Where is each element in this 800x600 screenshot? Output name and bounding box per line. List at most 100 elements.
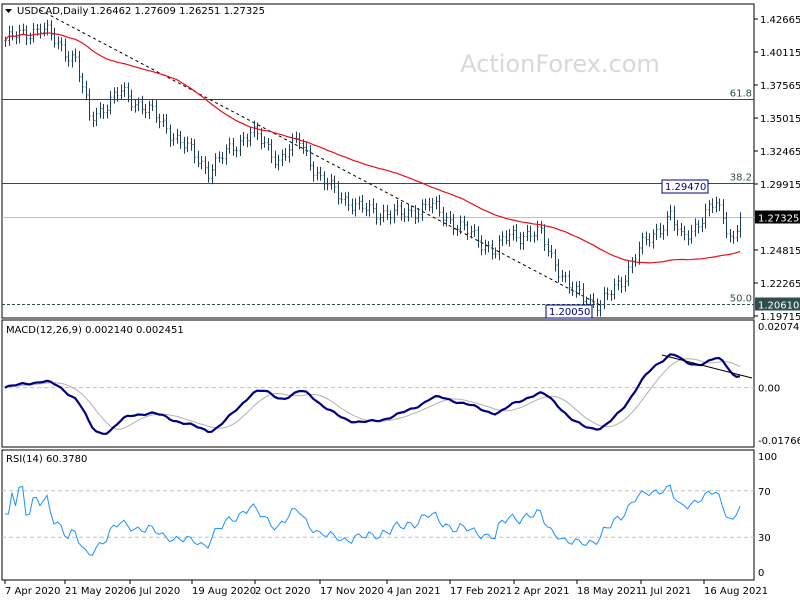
chart-svg: ActionForex.com 61.8 38.2 50.0 1.20610 1.2947… <box>1 3 800 597</box>
price-bar <box>106 104 109 119</box>
price-bar <box>512 225 515 241</box>
price-bar <box>207 161 210 183</box>
price-bar <box>155 100 158 124</box>
price-bar <box>50 20 53 41</box>
macd-label: MACD(12,26,9) 0.002140 0.002451 <box>6 325 184 336</box>
price-bar <box>561 269 564 282</box>
price-bar <box>491 239 494 260</box>
price-bar <box>634 253 637 267</box>
price-bar <box>358 196 361 210</box>
price-bar <box>508 229 511 247</box>
price-bar <box>344 192 347 206</box>
price-bar <box>291 133 294 157</box>
price-bar <box>564 271 567 283</box>
chart-symbol: USDCAD,Daily <box>17 6 88 17</box>
price-bar <box>197 150 200 168</box>
date-label: 2 Apr 2021 <box>514 586 569 597</box>
price-bar <box>697 220 700 234</box>
price-bar <box>134 99 137 113</box>
price-bar <box>323 171 326 191</box>
price-bar <box>606 287 609 301</box>
price-bar <box>284 148 287 161</box>
current-price-label: 1.27325 <box>758 214 799 225</box>
macd-line <box>4 353 741 435</box>
price-tick-label: 1.24815 <box>760 246 800 257</box>
price-bar <box>631 257 634 274</box>
price-bar <box>620 277 623 294</box>
price-bar <box>687 230 690 246</box>
macd-signal-line <box>4 358 741 430</box>
price-bar <box>113 87 116 104</box>
price-bar <box>53 27 56 48</box>
price-bar <box>708 200 711 217</box>
price-bar <box>260 128 263 150</box>
price-bar <box>603 286 606 310</box>
price-bar <box>519 232 522 250</box>
date-label: 16 Aug 2021 <box>704 586 768 597</box>
price-bar <box>722 199 725 224</box>
price-bar <box>190 138 193 151</box>
price-bar <box>130 89 133 111</box>
rsi-label: RSI(14) 60.3780 <box>6 454 87 465</box>
price-bar <box>543 224 546 251</box>
price-bar <box>218 151 221 163</box>
price-bar <box>351 198 354 215</box>
price-bar <box>582 283 585 306</box>
price-bar <box>701 217 704 233</box>
price-bar <box>239 134 242 156</box>
price-bar <box>407 203 410 222</box>
price-bar <box>365 202 368 217</box>
price-bar <box>396 199 399 216</box>
price-bar <box>183 136 186 154</box>
price-bar <box>18 24 21 44</box>
price-bar <box>680 222 683 237</box>
price-bar <box>515 223 518 242</box>
price-bar <box>85 80 88 101</box>
price-bar <box>428 197 431 212</box>
price-bar <box>71 50 74 68</box>
macd-tick-label: -0.017661 <box>758 436 800 447</box>
price-bar <box>466 220 469 240</box>
price-bar <box>214 153 217 177</box>
macd-tick-label: 0.00 <box>758 384 780 395</box>
price-bar <box>11 25 14 41</box>
price-bar <box>270 139 273 164</box>
price-bar <box>309 145 312 171</box>
chart-window: ActionForex.com 61.8 38.2 50.0 1.20610 1.2947… <box>0 0 800 600</box>
dropdown-triangle-icon[interactable] <box>5 9 12 13</box>
watermark: ActionForex.com <box>460 50 660 78</box>
price-bar <box>340 192 343 204</box>
date-label: 2 Oct 2020 <box>255 586 310 597</box>
price-bar <box>694 218 697 237</box>
price-bar <box>151 98 154 112</box>
date-label: 18 May 2021 <box>577 586 642 597</box>
price-bar <box>477 226 480 248</box>
price-bar <box>554 248 557 272</box>
price-bar <box>473 224 476 237</box>
price-bar <box>613 278 616 300</box>
date-label: 7 Apr 2020 <box>5 586 60 597</box>
price-bar <box>638 241 641 265</box>
price-bar <box>102 103 105 120</box>
price-bar <box>123 82 126 98</box>
price-bar <box>725 211 728 239</box>
price-bar <box>529 225 532 242</box>
rsi-panel-frame <box>1 449 755 581</box>
price-bar <box>186 136 189 153</box>
price-bar <box>298 132 301 150</box>
price-bar <box>246 133 249 148</box>
price-bar <box>676 220 679 236</box>
date-label: 1 Jul 2021 <box>641 586 691 597</box>
price-bar <box>74 48 77 63</box>
price-bar <box>487 241 490 253</box>
price-bar <box>393 204 396 224</box>
chart-ohlc: 1.26462 1.27609 1.26251 1.27325 <box>90 6 265 17</box>
price-bar <box>736 224 739 242</box>
price-bar <box>81 72 84 94</box>
callout-label: 1.29470 <box>665 182 706 193</box>
price-bar <box>99 102 102 119</box>
price-bar <box>361 194 364 213</box>
price-bar <box>295 131 298 144</box>
price-bar <box>739 212 742 238</box>
price-bar <box>165 113 168 134</box>
